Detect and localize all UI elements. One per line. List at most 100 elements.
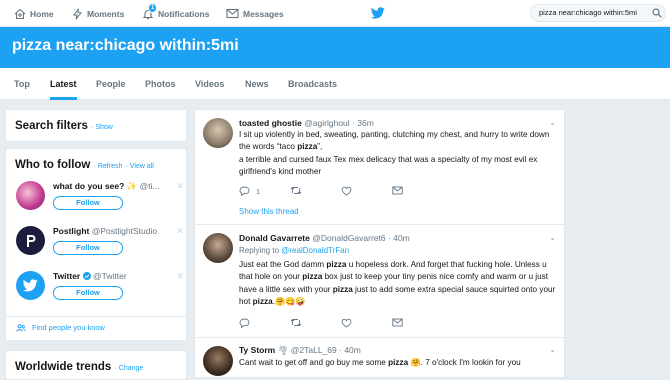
tweet[interactable]: Ty Storm 🌪 @2TaLL_69 · 40m ⌄ Cant wait t… — [195, 338, 564, 377]
show-thread-link[interactable]: Show this thread — [239, 207, 299, 216]
suggested-user-name[interactable]: what do you see? ✨ @ti... — [53, 181, 160, 192]
postlight-logo-icon — [26, 234, 35, 247]
tweet-author-handle[interactable]: @agirlghoul — [304, 118, 350, 128]
tweet-timestamp[interactable]: · 40m — [339, 345, 361, 355]
tweet-header: toasted ghostie @agirlghoul · 36m — [239, 118, 374, 128]
dismiss-icon[interactable]: ✕ — [176, 226, 184, 237]
tweet-text: Cant wait to get off and go buy me some … — [239, 358, 521, 367]
find-people-link[interactable]: Find people you know — [16, 323, 105, 332]
replying-to: Replying to @realDonaldTrFan — [239, 246, 349, 255]
user-display-name: Twitter — [53, 271, 81, 281]
follow-button[interactable]: Follow — [53, 196, 123, 210]
search-filters-label: Search filters — [15, 120, 88, 132]
avatar[interactable] — [203, 346, 233, 376]
retweet-button[interactable] — [290, 318, 302, 327]
user-handle: @Twitter — [92, 271, 127, 281]
envelope-icon — [226, 8, 239, 19]
follow-button[interactable]: Follow — [53, 241, 123, 255]
chevron-down-icon[interactable]: ⌄ — [549, 345, 556, 354]
twitter-logo-icon[interactable] — [371, 7, 385, 19]
tab-latest[interactable]: Latest — [50, 68, 77, 100]
chevron-down-icon[interactable]: ⌄ — [549, 233, 556, 242]
tweet-timestamp[interactable]: · 36m — [352, 118, 374, 128]
reply-count: 1 — [256, 186, 261, 196]
reply-button[interactable]: 1 — [239, 186, 260, 196]
tweet-actions — [239, 318, 439, 330]
who-to-follow-card: Who to follow · Refresh · View all what … — [5, 148, 187, 341]
tweet-author-name[interactable]: toasted ghostie — [239, 118, 302, 128]
avatar[interactable] — [16, 181, 45, 210]
tab-broadcasts[interactable]: Broadcasts — [288, 68, 337, 100]
user-handle: @ti... — [139, 181, 160, 191]
trends-label: Worldwide trends — [15, 361, 112, 373]
people-icon — [16, 323, 26, 332]
retweet-icon — [290, 186, 302, 195]
who-to-follow-title: Who to follow · Refresh · View all — [15, 159, 154, 171]
tab-news[interactable]: News — [245, 68, 269, 100]
lightning-icon — [73, 8, 83, 20]
avatar[interactable] — [203, 118, 233, 148]
direct-message-button[interactable] — [392, 186, 403, 195]
suggested-user-name[interactable]: Postlight @PostlightStudio — [53, 226, 157, 236]
replying-to-handle[interactable]: @realDonaldTrFan — [281, 246, 349, 255]
user-display-name: Postlight — [53, 226, 90, 236]
nav-messages-label: Messages — [243, 8, 284, 19]
verified-badge-icon — [82, 272, 91, 280]
search-banner: pizza near:chicago within:5mi — [0, 27, 670, 68]
suggested-user: Twitter @Twitter ✕ Follow — [16, 271, 184, 311]
divider — [6, 316, 186, 317]
like-button[interactable] — [341, 186, 352, 196]
reply-button[interactable] — [239, 318, 250, 328]
tweet-timestamp[interactable]: · 40m — [388, 233, 410, 243]
suggested-user-name[interactable]: Twitter @Twitter — [53, 271, 127, 281]
nav-moments[interactable]: Moments — [72, 0, 124, 27]
tweet-text: Just eat the God damm pizza u hopeless d… — [239, 260, 556, 306]
dismiss-icon[interactable]: ✕ — [176, 181, 184, 192]
search-icon[interactable] — [652, 8, 662, 18]
refresh-link[interactable]: · Refresh — [94, 163, 123, 170]
reply-icon — [239, 318, 250, 328]
chevron-down-icon[interactable]: ⌄ — [549, 118, 556, 127]
like-button[interactable] — [341, 318, 352, 328]
tweet-text: I sit up violently in bed, sweating, pan… — [239, 130, 550, 152]
retweet-button[interactable] — [290, 186, 302, 195]
search-input[interactable]: pizza near:chicago within:5mi — [530, 4, 666, 22]
storm-icon: 🌪 — [277, 345, 289, 355]
view-all-link[interactable]: · View all — [126, 163, 154, 170]
tweet-author-name[interactable]: Donald Gavarrete — [239, 233, 310, 243]
avatar[interactable] — [203, 233, 233, 263]
top-navigation: Home Moments 1 Notifications Messages pi… — [0, 0, 670, 27]
tab-photos[interactable]: Photos — [145, 68, 176, 100]
trends-title: Worldwide trends · Change — [15, 361, 143, 373]
tab-videos[interactable]: Videos — [195, 68, 224, 100]
user-handle: @PostlightStudio — [91, 226, 158, 236]
envelope-icon — [392, 186, 403, 195]
tweet-actions: 1 — [239, 186, 439, 198]
nav-messages[interactable]: Messages — [226, 0, 284, 27]
tweet-text-continued: a terrible and cursed faux Tex mex delic… — [239, 155, 538, 177]
avatar[interactable] — [16, 271, 45, 300]
nav-home[interactable]: Home — [14, 0, 54, 27]
tweet-author-handle[interactable]: @DonaldGavarret6 — [312, 233, 385, 243]
nav-notifications[interactable]: 1 Notifications — [142, 0, 209, 27]
replying-to-label: Replying to — [239, 246, 280, 255]
tweet-author-handle[interactable]: @2TaLL_69 — [291, 345, 337, 355]
tweet[interactable]: toasted ghostie @agirlghoul · 36m ⌄ I si… — [195, 110, 564, 225]
tweet[interactable]: Donald Gavarrete @DonaldGavarret6 · 40m … — [195, 225, 564, 338]
tab-people[interactable]: People — [96, 68, 126, 100]
dismiss-icon[interactable]: ✕ — [176, 271, 184, 282]
suggested-user: Postlight @PostlightStudio ✕ Follow — [16, 226, 184, 266]
notifications-badge: 1 — [148, 3, 158, 13]
tab-top[interactable]: Top — [14, 68, 30, 100]
avatar[interactable] — [16, 226, 45, 255]
user-display-name: what do you see? ✨ — [53, 181, 138, 191]
nav-notifications-label: Notifications — [158, 8, 210, 19]
tweet-author-name[interactable]: Ty Storm — [239, 345, 275, 355]
follow-button[interactable]: Follow — [53, 286, 123, 300]
search-tabs: Top Latest People Photos Videos News Bro… — [0, 68, 670, 100]
trends-change-link[interactable]: · Change — [114, 365, 143, 372]
search-filters-show-link[interactable]: · Show — [91, 124, 113, 131]
search-filters-card: Search filters · Show — [5, 109, 187, 142]
search-query-title: pizza near:chicago within:5mi — [12, 37, 239, 54]
direct-message-button[interactable] — [392, 318, 403, 327]
